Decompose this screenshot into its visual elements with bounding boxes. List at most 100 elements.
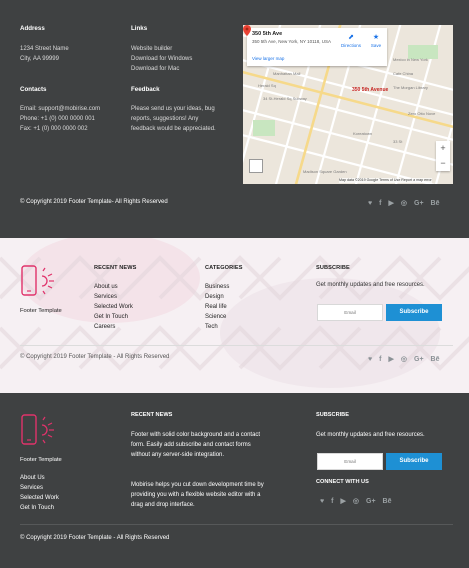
svg-text:Manhattan Mall: Manhattan Mall: [273, 71, 300, 76]
link-website-builder[interactable]: Website builder: [131, 44, 192, 54]
link-download-windows[interactable]: Download for Windows: [131, 54, 192, 64]
link-services[interactable]: Services: [94, 292, 133, 302]
brand-name: Footer Template: [20, 308, 62, 314]
youtube-icon[interactable]: ▶: [389, 200, 394, 208]
map-place-name: 350 5th Ave: [252, 31, 283, 37]
divider: [20, 345, 453, 346]
footer-light-section: Footer Template RECENT NEWS About us Ser…: [0, 238, 469, 393]
footer-dark-section: Footer Template About Us Services Select…: [0, 393, 469, 568]
svg-text:Madison Square Garden: Madison Square Garden: [303, 169, 347, 174]
copyright-text: © Copyright 2019 Footer Template - All R…: [20, 354, 170, 360]
map-thumbnail[interactable]: [249, 159, 263, 173]
email-field[interactable]: [317, 453, 383, 470]
map-info-card: 350 5th Ave 350 5th Ave, New York, NY 10…: [247, 28, 387, 66]
link-download-mac[interactable]: Download for Mac: [131, 64, 192, 74]
brand-name: Footer Template: [20, 457, 62, 463]
social-icons: ♥ f ▶ ◎ G+ Bē: [368, 200, 440, 208]
feedback-line: reports, suggestions! Any: [131, 116, 199, 122]
svg-text:33 St: 33 St: [393, 139, 403, 144]
behance-icon[interactable]: Bē: [431, 200, 440, 208]
category-design[interactable]: Design: [205, 292, 229, 302]
subscribe-blurb: Get monthly updates and free resources.: [316, 282, 425, 288]
svg-text:Koreatown: Koreatown: [353, 131, 372, 136]
email-field[interactable]: [317, 304, 383, 321]
google-plus-icon[interactable]: G+: [414, 200, 424, 208]
category-real-life[interactable]: Real life: [205, 302, 229, 312]
google-plus-icon[interactable]: G+: [366, 498, 376, 506]
contacts-heading: Contacts: [20, 86, 47, 93]
youtube-icon[interactable]: ▶: [389, 356, 394, 364]
feedback-line: Please send us your ideas, bug: [131, 106, 215, 112]
recent-news-paragraph: Mobirise helps you cut down development …: [131, 482, 264, 508]
facebook-icon[interactable]: f: [379, 200, 381, 208]
google-plus-icon[interactable]: G+: [414, 356, 424, 364]
links-heading: Links: [131, 25, 148, 32]
contact-email: Email: support@mobirise.com: [20, 106, 101, 112]
link-about-us[interactable]: About us: [94, 282, 133, 292]
instagram-icon[interactable]: ◎: [401, 200, 407, 208]
directions-icon: ⬈: [348, 34, 354, 41]
phone-logo-icon: [21, 414, 54, 445]
copyright-text: © Copyright 2019 Footer Template- All Ri…: [20, 199, 168, 205]
address-line: 1234 Street Name: [20, 46, 69, 52]
link-selected-work[interactable]: Selected Work: [20, 493, 59, 503]
social-icons: ♥ f ▶ ◎ G+ Bē: [368, 356, 440, 364]
svg-text:Mexico in New York: Mexico in New York: [393, 57, 428, 62]
link-selected-work[interactable]: Selected Work: [94, 302, 133, 312]
recent-news-list: About us Services Selected Work Get In T…: [94, 282, 133, 332]
feedback-line: feedback would be appreciated.: [131, 126, 216, 132]
subscribe-button[interactable]: Subscribe: [386, 453, 442, 470]
address-heading: Address: [20, 25, 45, 32]
footer-nav: About Us Services Selected Work Get In T…: [20, 473, 59, 513]
category-business[interactable]: Business: [205, 282, 229, 292]
facebook-icon[interactable]: f: [379, 356, 381, 364]
map-attribution: Map data ©2019 Google Terms of Use Repor…: [339, 177, 432, 183]
svg-text:Herald Sq: Herald Sq: [258, 83, 276, 88]
contact-fax: Fax: +1 (0) 000 0000 002: [20, 126, 88, 132]
subscribe-button[interactable]: Subscribe: [386, 304, 442, 321]
behance-icon[interactable]: Bē: [383, 498, 392, 506]
subscribe-heading: SUBSCRIBE: [316, 412, 349, 418]
behance-icon[interactable]: Bē: [431, 356, 440, 364]
instagram-icon[interactable]: ◎: [401, 356, 407, 364]
svg-text:Zero Otto Nove: Zero Otto Nove: [408, 111, 436, 116]
map-pin-label: 350 5th Avenue: [352, 87, 389, 93]
map-place-address: 350 5th Ave, New York, NY 10118, USA: [252, 38, 332, 44]
categories-list: Business Design Real life Science Tech: [205, 282, 229, 332]
facebook-icon[interactable]: f: [331, 498, 333, 506]
svg-text:The Morgan Library: The Morgan Library: [393, 85, 428, 90]
svg-text:Cafe China: Cafe China: [393, 71, 414, 76]
link-services[interactable]: Services: [20, 483, 59, 493]
contact-phone: Phone: +1 (0) 000 0000 001: [20, 116, 95, 122]
divider: [20, 524, 453, 525]
zoom-out-button[interactable]: −: [436, 156, 450, 171]
feedback-text: Please send us your ideas, bug reports, …: [131, 104, 216, 134]
link-careers[interactable]: Careers: [94, 322, 133, 332]
recent-news-heading: RECENT NEWS: [94, 265, 137, 271]
link-about-us[interactable]: About Us: [20, 473, 59, 483]
map-pin-icon[interactable]: [243, 25, 251, 36]
map-zoom-control: + −: [436, 141, 450, 171]
twitter-icon[interactable]: ♥: [368, 356, 372, 364]
copyright-text: © Copyright 2019 Footer Template - All R…: [20, 535, 170, 541]
map-larger-link[interactable]: View larger map: [252, 56, 284, 63]
google-map[interactable]: Mexico in New York Cafe China Manhattan …: [243, 25, 453, 184]
category-science[interactable]: Science: [205, 312, 229, 322]
instagram-icon[interactable]: ◎: [353, 498, 359, 506]
links-list: Website builder Download for Windows Dow…: [131, 44, 192, 74]
footer-map-section: Address 1234 Street Name City, AA 99999 …: [0, 0, 469, 238]
category-tech[interactable]: Tech: [205, 322, 229, 332]
map-save-button[interactable]: ★ Save: [365, 33, 387, 50]
address-line: City, AA 99999: [20, 56, 59, 62]
twitter-icon[interactable]: ♥: [320, 498, 324, 506]
connect-heading: CONNECT WITH US: [316, 479, 369, 485]
recent-news-heading: RECENT NEWS: [131, 412, 173, 418]
categories-heading: CATEGORIES: [205, 265, 243, 271]
map-directions-button[interactable]: ⬈ Directions: [340, 33, 362, 50]
youtube-icon[interactable]: ▶: [341, 498, 346, 506]
twitter-icon[interactable]: ♥: [368, 200, 372, 208]
recent-news-paragraph: Footer with solid color background and a…: [131, 432, 261, 458]
link-get-in-touch[interactable]: Get In Touch: [20, 503, 59, 513]
zoom-in-button[interactable]: +: [436, 141, 450, 156]
link-get-in-touch[interactable]: Get In Touch: [94, 312, 133, 322]
